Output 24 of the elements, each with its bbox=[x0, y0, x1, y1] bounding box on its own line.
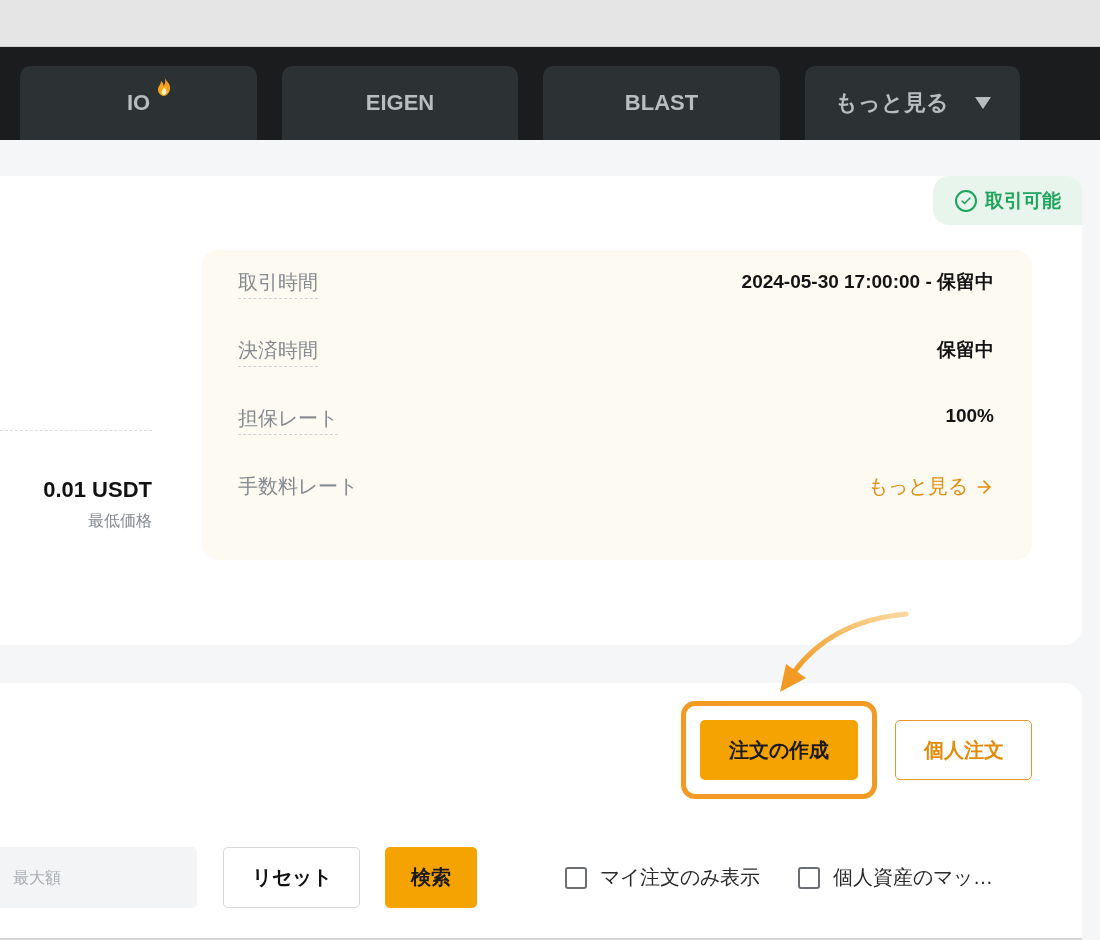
status-label: 取引可能 bbox=[984, 188, 1061, 213]
nav-tab[interactable]: BLAST bbox=[543, 66, 780, 140]
detail-label: 決済時間 bbox=[238, 337, 318, 367]
price-label: 最低価格 bbox=[88, 511, 152, 531]
detail-value: 保留中 bbox=[937, 338, 994, 362]
checkbox[interactable] bbox=[798, 866, 820, 889]
search-button[interactable]: 検索 bbox=[385, 847, 477, 908]
checkbox-label: マイ注文のみ表示 bbox=[600, 865, 760, 890]
nav-tab[interactable]: もっと見る bbox=[805, 66, 1020, 140]
max-amount-field[interactable]: 最大額 bbox=[0, 847, 197, 908]
caret-icon bbox=[974, 97, 991, 109]
detail-label: 取引時間 bbox=[238, 269, 318, 299]
checkbox-label: 個人資産のマッ… bbox=[833, 865, 993, 890]
reset-button[interactable]: リセット bbox=[223, 847, 360, 908]
detail-label: 担保レート bbox=[238, 405, 338, 435]
nav-tab[interactable]: EIGEN bbox=[282, 66, 518, 140]
checkbox[interactable] bbox=[565, 866, 587, 889]
detail-value: 100% bbox=[945, 405, 994, 427]
price-value: 0.01 USDT bbox=[43, 477, 152, 503]
create-order-button[interactable]: 注文の作成 bbox=[700, 720, 858, 780]
check-circle-icon bbox=[954, 189, 977, 212]
detail-value: 2024-05-30 17:00:00 - 保留中 bbox=[741, 270, 994, 294]
nav-tab[interactable]: IO bbox=[20, 66, 257, 140]
detail-label: 手数料レート bbox=[238, 474, 358, 499]
